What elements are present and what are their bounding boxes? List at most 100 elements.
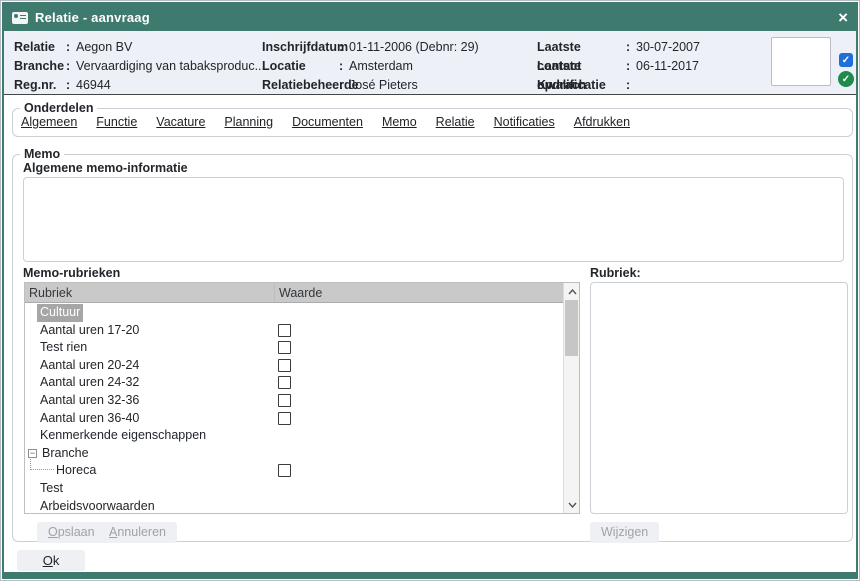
header-field: Locatie : Amsterdam bbox=[262, 57, 479, 76]
table-row[interactable]: Test bbox=[25, 480, 563, 498]
field-label: Branche bbox=[14, 57, 66, 76]
waarde-checkbox[interactable] bbox=[278, 359, 291, 372]
field-label: Laatste opdrach bbox=[537, 57, 626, 76]
waarde-checkbox[interactable] bbox=[278, 394, 291, 407]
waarde-checkbox[interactable] bbox=[278, 464, 291, 477]
memo-info-label: Algemene memo-informatie bbox=[23, 161, 188, 175]
scroll-down-icon[interactable] bbox=[564, 497, 580, 512]
tab-afdrukken[interactable]: Afdrukken bbox=[574, 115, 630, 129]
header-field: Relatie : Aegon BV bbox=[14, 38, 265, 57]
tab-relatie[interactable]: Relatie bbox=[436, 115, 475, 129]
table-row[interactable]: −Branche bbox=[25, 445, 563, 463]
scrollbar-thumb[interactable] bbox=[565, 300, 578, 356]
memo-legend: Memo bbox=[20, 147, 64, 161]
field-value: Aegon BV bbox=[76, 38, 132, 57]
relatie-aanvraag-window: Relatie - aanvraag × Relatie : Aegon BV … bbox=[0, 0, 860, 581]
rubriek-cell: Arbeidsvoorwaarden bbox=[40, 498, 155, 514]
field-value: 01-11-2006 (Debnr: 29) bbox=[349, 38, 479, 57]
tab-memo[interactable]: Memo bbox=[382, 115, 417, 129]
column-header-waarde[interactable]: Waarde bbox=[274, 283, 563, 302]
onderdelen-groupbox: Onderdelen Algemeen Functie Vacature Pla… bbox=[12, 108, 853, 137]
onderdelen-tabs: Algemeen Functie Vacature Planning Docum… bbox=[21, 115, 630, 129]
field-value: 06-11-2017 bbox=[636, 57, 699, 76]
rubriek-cell: Aantal uren 36-40 bbox=[40, 410, 139, 428]
table-row[interactable]: Arbeidsvoorwaarden bbox=[25, 498, 563, 514]
rubriek-cell: Cultuur bbox=[37, 304, 83, 322]
relation-active-checkbox[interactable]: ✓ bbox=[839, 53, 853, 67]
rubriek-cell: Test bbox=[40, 480, 63, 498]
waarde-checkbox[interactable] bbox=[278, 376, 291, 389]
contact-card-icon bbox=[12, 12, 28, 24]
header-field: Inschrijfdatum : 01-11-2006 (Debnr: 29) bbox=[262, 38, 479, 57]
wijzigen-button[interactable]: Wijzigen bbox=[590, 522, 659, 543]
table-row[interactable]: Horeca bbox=[25, 462, 563, 480]
header-field: Laatste opdrach : 06-11-2017 bbox=[537, 57, 700, 76]
status-ok-icon: ✓ bbox=[838, 71, 854, 87]
field-value: 30-07-2007 bbox=[636, 38, 700, 57]
tab-functie[interactable]: Functie bbox=[96, 115, 137, 129]
close-icon[interactable]: × bbox=[838, 9, 848, 26]
header-column-2: Inschrijfdatum : 01-11-2006 (Debnr: 29) … bbox=[262, 38, 479, 95]
rubriek-cell: Aantal uren 20-24 bbox=[40, 357, 139, 375]
annuleren-button[interactable]: Annuleren bbox=[98, 522, 177, 543]
table-row[interactable]: Aantal uren 17-20 bbox=[25, 322, 563, 340]
tab-notificaties[interactable]: Notificaties bbox=[494, 115, 555, 129]
window-frame: Relatie - aanvraag × Relatie : Aegon BV … bbox=[2, 2, 858, 579]
table-row[interactable]: Aantal uren 32-36 bbox=[25, 392, 563, 410]
tab-algemeen[interactable]: Algemeen bbox=[21, 115, 77, 129]
table-row[interactable]: Test rien bbox=[25, 339, 563, 357]
header-column-3: Laatste contact : 30-07-2007 Laatste opd… bbox=[537, 38, 700, 95]
field-label: Relatiebeheerde bbox=[262, 76, 339, 95]
field-label: Inschrijfdatum bbox=[262, 38, 339, 57]
header-field: Branche : Vervaardiging van tabaksproduc… bbox=[14, 57, 265, 76]
field-label: Locatie bbox=[262, 57, 339, 76]
ok-button[interactable]: Ok bbox=[17, 550, 85, 571]
rubriek-table-body: CultuurAantal uren 17-20Test rienAantal … bbox=[25, 304, 563, 513]
rubriek-cell: Aantal uren 24-32 bbox=[40, 374, 139, 392]
waarde-checkbox[interactable] bbox=[278, 341, 291, 354]
rubriek-cell: Test rien bbox=[40, 339, 87, 357]
field-label: Laatste contact bbox=[537, 38, 626, 57]
tab-vacature[interactable]: Vacature bbox=[156, 115, 205, 129]
window-title: Relatie - aanvraag bbox=[35, 10, 150, 25]
table-scrollbar[interactable] bbox=[563, 283, 579, 513]
tab-documenten[interactable]: Documenten bbox=[292, 115, 363, 129]
waarde-checkbox[interactable] bbox=[278, 412, 291, 425]
field-value: Vervaardiging van tabaksproduc... bbox=[76, 57, 265, 76]
table-row[interactable]: Aantal uren 36-40 bbox=[25, 410, 563, 428]
memo-info-textarea[interactable] bbox=[23, 177, 844, 262]
memo-groupbox: Memo Algemene memo-informatie Memo-rubri… bbox=[12, 154, 853, 542]
field-label: Kwalificatie bbox=[537, 76, 626, 95]
rubriek-table: Rubriek Waarde CultuurAantal uren 17-20T… bbox=[24, 282, 580, 514]
table-row[interactable]: Aantal uren 24-32 bbox=[25, 374, 563, 392]
header-field: Laatste contact : 30-07-2007 bbox=[537, 38, 700, 57]
waarde-checkbox[interactable] bbox=[278, 324, 291, 337]
field-value: Amsterdam bbox=[349, 57, 413, 76]
rubriek-cell: Horeca bbox=[56, 462, 96, 480]
field-value: 46944 bbox=[76, 76, 111, 95]
header-column-1: Relatie : Aegon BV Branche : Vervaardigi… bbox=[14, 38, 265, 95]
rubriek-panel-label: Rubriek: bbox=[590, 266, 641, 280]
table-row[interactable]: Cultuur bbox=[25, 304, 563, 322]
table-row[interactable]: Kenmerkende eigenschappen bbox=[25, 427, 563, 445]
tab-planning[interactable]: Planning bbox=[224, 115, 273, 129]
titlebar[interactable]: Relatie - aanvraag × bbox=[4, 4, 856, 31]
opslaan-button[interactable]: Opslaan bbox=[37, 522, 106, 543]
header-field: Relatiebeheerde : José Pieters bbox=[262, 76, 479, 95]
relation-photo-placeholder bbox=[771, 37, 831, 86]
rubriek-cell: Aantal uren 17-20 bbox=[40, 322, 139, 340]
table-row[interactable]: Aantal uren 20-24 bbox=[25, 357, 563, 375]
rubriek-value-textarea[interactable] bbox=[590, 282, 848, 514]
rubriek-cell: Kenmerkende eigenschappen bbox=[40, 427, 206, 445]
field-label: Reg.nr. bbox=[14, 76, 66, 95]
onderdelen-legend: Onderdelen bbox=[20, 101, 97, 115]
scroll-up-icon[interactable] bbox=[564, 284, 580, 299]
rubriek-table-header: Rubriek Waarde bbox=[25, 283, 563, 303]
header-field: Kwalificatie : bbox=[537, 76, 700, 95]
column-header-rubriek[interactable]: Rubriek bbox=[25, 283, 274, 302]
rubriek-cell: Aantal uren 32-36 bbox=[40, 392, 139, 410]
tree-connector-line bbox=[30, 457, 54, 470]
memo-rubrieken-label: Memo-rubrieken bbox=[23, 266, 120, 280]
relation-header: Relatie : Aegon BV Branche : Vervaardigi… bbox=[4, 31, 856, 95]
header-field: Reg.nr. : 46944 bbox=[14, 76, 265, 95]
